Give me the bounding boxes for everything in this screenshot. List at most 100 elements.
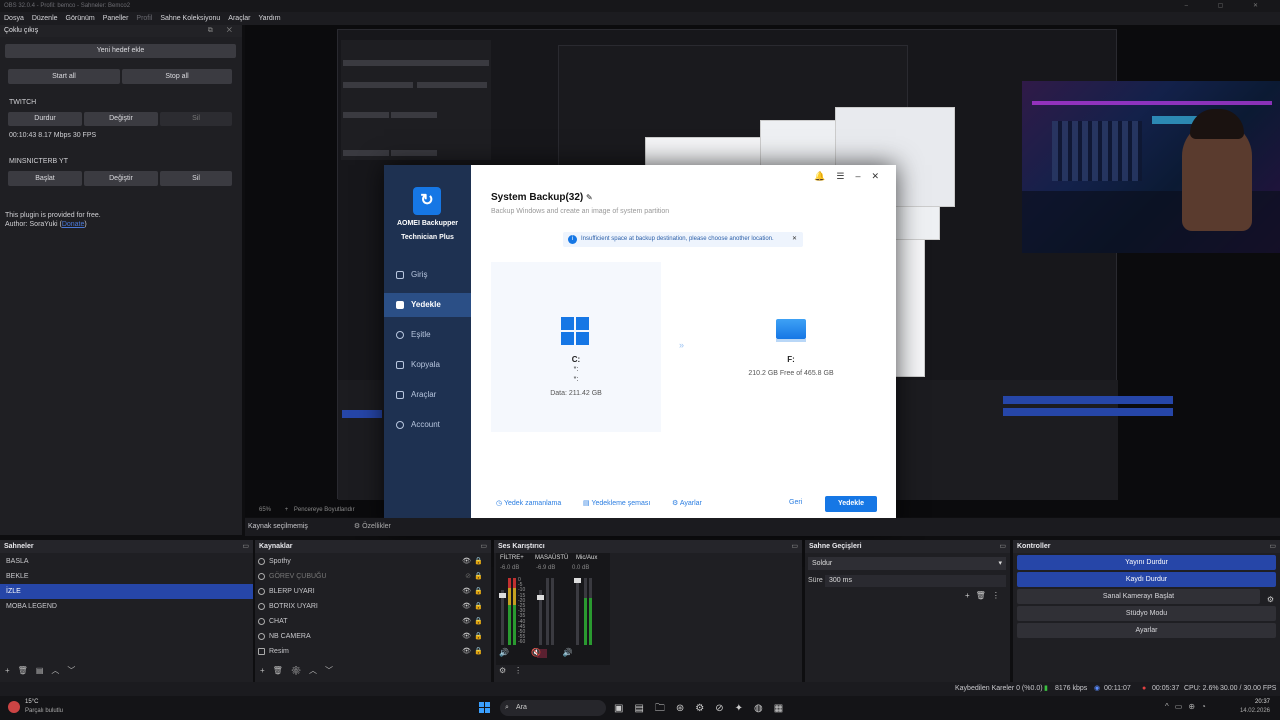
gear-icon[interactable]: ⚙ xyxy=(1267,595,1274,604)
start-virtual-camera-button[interactable]: Sanal Kamerayı Başlat xyxy=(1017,589,1260,604)
dock-menu-icon[interactable]: ▭ xyxy=(480,540,487,553)
aomei-window-controls[interactable]: 🔔☰–✕ xyxy=(814,171,890,182)
scene-item[interactable]: MOBA LEGEND xyxy=(0,599,253,614)
dock-menu-icon[interactable]: ▭ xyxy=(999,540,1006,553)
transition-select[interactable]: Soldur ▾ xyxy=(808,557,1006,570)
menu-docks[interactable]: Paneller xyxy=(103,12,129,25)
nav-tools[interactable]: Araçlar xyxy=(384,383,471,407)
eye-icon[interactable]: 👁 xyxy=(462,629,471,644)
stop-streaming-button[interactable]: Yayını Durdur xyxy=(1017,555,1276,570)
slider-handle[interactable] xyxy=(537,595,544,600)
sources-toolbar[interactable]: +🗑⚙︿﹀ xyxy=(255,664,341,678)
scene-item-selected[interactable]: İZLE xyxy=(0,584,253,599)
menu-edit[interactable]: Düzenle xyxy=(32,12,58,25)
nav-backup[interactable]: Yedekle xyxy=(384,293,471,317)
eye-icon[interactable]: 👁 xyxy=(462,614,471,629)
edit-target-button[interactable]: Değiştir xyxy=(84,171,158,186)
properties-button[interactable]: ⚙ Özellikler xyxy=(354,523,391,530)
menu-profile[interactable]: Profil xyxy=(136,12,152,25)
fit-label[interactable]: Pencereye Boyutlandır xyxy=(294,507,355,513)
weather-icon[interactable] xyxy=(8,701,20,713)
lock-icon[interactable]: 🔒 xyxy=(474,614,483,629)
options-link[interactable]: ⚙ Ayarlar xyxy=(672,499,702,507)
weather-temp[interactable]: 15°C xyxy=(25,699,38,705)
menu-scene-collection[interactable]: Sahne Koleksiyonu xyxy=(160,12,220,25)
lock-icon[interactable]: 🔒 xyxy=(474,629,483,644)
aomei-sidebar: ↻ AOMEI Backupper Technician Plus Giriş … xyxy=(384,165,471,531)
source-item[interactable]: CHAT 👁 🔒 xyxy=(255,614,491,629)
level-meter xyxy=(551,578,554,645)
nav-sync[interactable]: Eşitle xyxy=(384,323,471,347)
donate-link[interactable]: Donate xyxy=(62,221,85,228)
menu-file[interactable]: Dosya xyxy=(4,12,24,25)
add-target-button[interactable]: Yeni hedef ekle xyxy=(5,44,236,58)
taskbar-pinned-apps[interactable]: ▣▤🗀⊛⚙⊘✦◍▦ xyxy=(614,701,794,718)
source-item[interactable]: BLERP UYARI 👁 🔒 xyxy=(255,584,491,599)
source-partition-card[interactable]: C: *: *: Data: 211.42 GB xyxy=(491,262,661,432)
source-item[interactable]: GÖREV ÇUBUĞU ⊘ 🔒 xyxy=(255,569,491,584)
lock-icon[interactable]: 🔒 xyxy=(474,584,483,599)
close-warning-icon[interactable]: ✕ xyxy=(792,232,797,247)
scene-item[interactable]: BEKLE xyxy=(0,569,253,584)
taskbar-search[interactable]: ⌕ Ara xyxy=(500,700,606,716)
slider-handle[interactable] xyxy=(574,578,581,583)
dock-menu-icon[interactable]: ▭ xyxy=(242,540,249,553)
nav-clone[interactable]: Kopyala xyxy=(384,353,471,377)
source-item[interactable]: Spothy 👁 🔒 xyxy=(255,554,491,569)
eye-hidden-icon[interactable]: ⊘ xyxy=(465,569,471,584)
clock-time[interactable]: 20:37 xyxy=(1240,699,1270,705)
edit-icon[interactable]: ✎ xyxy=(586,193,593,202)
schedule-link[interactable]: ◷ Yedek zamanlama xyxy=(496,499,561,507)
destination-card[interactable]: F: 210.2 GB Free of 465.8 GB xyxy=(706,262,876,432)
author-prefix: Author: SoraYuki ( xyxy=(5,221,62,228)
delete-target-button[interactable]: Sil xyxy=(160,112,232,126)
scene-item[interactable]: BASLA xyxy=(0,554,253,569)
lock-icon[interactable]: 🔒 xyxy=(474,569,483,584)
eye-icon[interactable]: 👁 xyxy=(462,599,471,614)
back-button[interactable]: Geri xyxy=(789,499,802,506)
mixer-channel-buttons[interactable]: 🔊🔇🔊 xyxy=(499,648,595,657)
volume-slider[interactable] xyxy=(501,590,504,645)
mixer-toolbar[interactable]: ⚙⋮ xyxy=(494,664,530,678)
edit-target-button[interactable]: Değiştir xyxy=(84,112,158,126)
nav-account[interactable]: Account xyxy=(384,413,471,437)
menu-help[interactable]: Yardım xyxy=(258,12,280,25)
settings-button[interactable]: Ayarlar xyxy=(1017,623,1276,638)
stop-target-button[interactable]: Durdur xyxy=(8,112,82,126)
duration-input[interactable]: 300 ms xyxy=(825,575,1006,587)
window-controls[interactable]: – ▢ ✕ xyxy=(1185,0,1272,12)
menu-view[interactable]: Görünüm xyxy=(66,12,95,25)
nav-home[interactable]: Giriş xyxy=(384,263,471,287)
dock-menu-icon[interactable]: ▭ xyxy=(1269,540,1276,553)
stop-all-button[interactable]: Stop all xyxy=(122,69,232,84)
lock-icon[interactable]: 🔒 xyxy=(474,599,483,614)
studio-mode-button[interactable]: Stüdyo Modu xyxy=(1017,606,1276,621)
zoom-in-icon[interactable]: + xyxy=(285,507,289,513)
eye-icon[interactable]: 👁 xyxy=(462,584,471,599)
system-tray-icons[interactable]: ^▭⊕◔ xyxy=(1165,702,1212,711)
source-item[interactable]: Resim 👁 🔒 xyxy=(255,644,491,659)
slider-handle[interactable] xyxy=(499,593,506,598)
transition-toolbar[interactable]: +🗑⋮ xyxy=(965,591,1006,600)
scenes-toolbar[interactable]: +🗑▤︿﹀ xyxy=(0,664,83,678)
volume-slider[interactable] xyxy=(576,578,579,645)
lock-icon[interactable]: 🔒 xyxy=(474,554,483,569)
eye-icon[interactable]: 👁 xyxy=(462,554,471,569)
menu-tools[interactable]: Araçlar xyxy=(228,12,250,25)
zoom-level[interactable]: 65% xyxy=(259,507,271,513)
dock-buttons[interactable]: ⧉ ✕ xyxy=(208,25,238,37)
weather-desc[interactable]: Parçalı bulutlu xyxy=(25,708,63,714)
dock-menu-icon[interactable]: ▭ xyxy=(791,540,798,553)
source-item[interactable]: NB CAMERA 👁 🔒 xyxy=(255,629,491,644)
start-all-button[interactable]: Start all xyxy=(8,69,120,84)
source-item[interactable]: BOTRIX UYARI 👁 🔒 xyxy=(255,599,491,614)
eye-icon[interactable]: 👁 xyxy=(462,644,471,659)
stop-recording-button[interactable]: Kaydı Durdur xyxy=(1017,572,1276,587)
clock-date[interactable]: 14.02.2026 xyxy=(1232,708,1270,714)
start-backup-button[interactable]: Yedekle xyxy=(825,496,877,512)
start-menu-icon[interactable] xyxy=(479,702,491,714)
delete-target-button[interactable]: Sil xyxy=(160,171,232,186)
scheme-link[interactable]: ▤ Yedekleme şeması xyxy=(583,499,650,507)
lock-icon[interactable]: 🔒 xyxy=(474,644,483,659)
start-target-button[interactable]: Başlat xyxy=(8,171,82,186)
